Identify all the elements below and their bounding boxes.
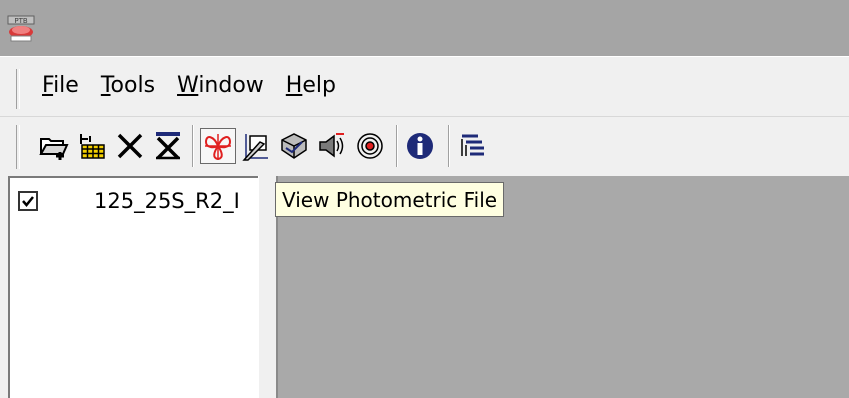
toolbar-grip[interactable] bbox=[16, 125, 20, 169]
tree-item[interactable]: 125_25S_R2_I bbox=[18, 188, 240, 214]
toolbar-separator bbox=[192, 125, 194, 167]
close-all-icon bbox=[156, 132, 180, 160]
info-icon bbox=[407, 133, 433, 159]
menu-bar-grip[interactable] bbox=[16, 69, 20, 109]
cascade-windows-icon bbox=[461, 134, 484, 156]
toolbar-group-window bbox=[454, 125, 492, 167]
tooltip: View Photometric File bbox=[275, 182, 505, 217]
cascade-windows-button[interactable] bbox=[454, 128, 490, 164]
menu-help[interactable]: Help bbox=[286, 72, 336, 100]
open-file-button[interactable] bbox=[36, 128, 72, 164]
menu-tools[interactable]: Tools bbox=[101, 72, 155, 100]
menu-file[interactable]: File bbox=[42, 72, 79, 100]
file-tree-panel[interactable]: 125_25S_R2_I bbox=[8, 176, 258, 398]
open-folder-icon bbox=[39, 138, 69, 160]
target-icon bbox=[357, 133, 383, 159]
target-button[interactable] bbox=[352, 128, 388, 164]
close-all-button[interactable] bbox=[150, 128, 186, 164]
toolbar-separator bbox=[448, 125, 450, 167]
close-button[interactable] bbox=[112, 128, 148, 164]
ptb-app-icon[interactable]: PTB bbox=[6, 14, 36, 44]
tree-item-label: 125_25S_R2_I bbox=[94, 189, 240, 213]
svg-text:PTB: PTB bbox=[14, 17, 27, 25]
sound-icon bbox=[319, 133, 344, 158]
title-bar[interactable]: PTB bbox=[0, 0, 849, 56]
grid-tool-icon bbox=[80, 134, 105, 159]
close-x-icon bbox=[117, 133, 143, 159]
edit-graph-button[interactable] bbox=[238, 128, 274, 164]
sound-button[interactable] bbox=[314, 128, 350, 164]
view-photometric-icon bbox=[204, 134, 232, 161]
view-photometric-file-button[interactable] bbox=[200, 128, 236, 164]
menu-window[interactable]: Window bbox=[177, 72, 264, 100]
toolbar-group-file bbox=[36, 125, 188, 167]
grid-tool-button[interactable] bbox=[74, 128, 110, 164]
tree-item-checkbox[interactable] bbox=[18, 191, 38, 211]
toolbar-group-view bbox=[200, 125, 390, 167]
toolbar-separator bbox=[396, 125, 398, 167]
checkmark-icon bbox=[22, 196, 34, 207]
luminaire-button[interactable] bbox=[276, 128, 312, 164]
luminaire-icon bbox=[281, 133, 307, 159]
toolbar bbox=[0, 116, 849, 174]
toolbar-group-info bbox=[402, 125, 440, 167]
info-button[interactable] bbox=[402, 128, 438, 164]
edit-graph-icon bbox=[242, 134, 268, 161]
menu-bar: File Tools Window Help bbox=[0, 56, 849, 116]
